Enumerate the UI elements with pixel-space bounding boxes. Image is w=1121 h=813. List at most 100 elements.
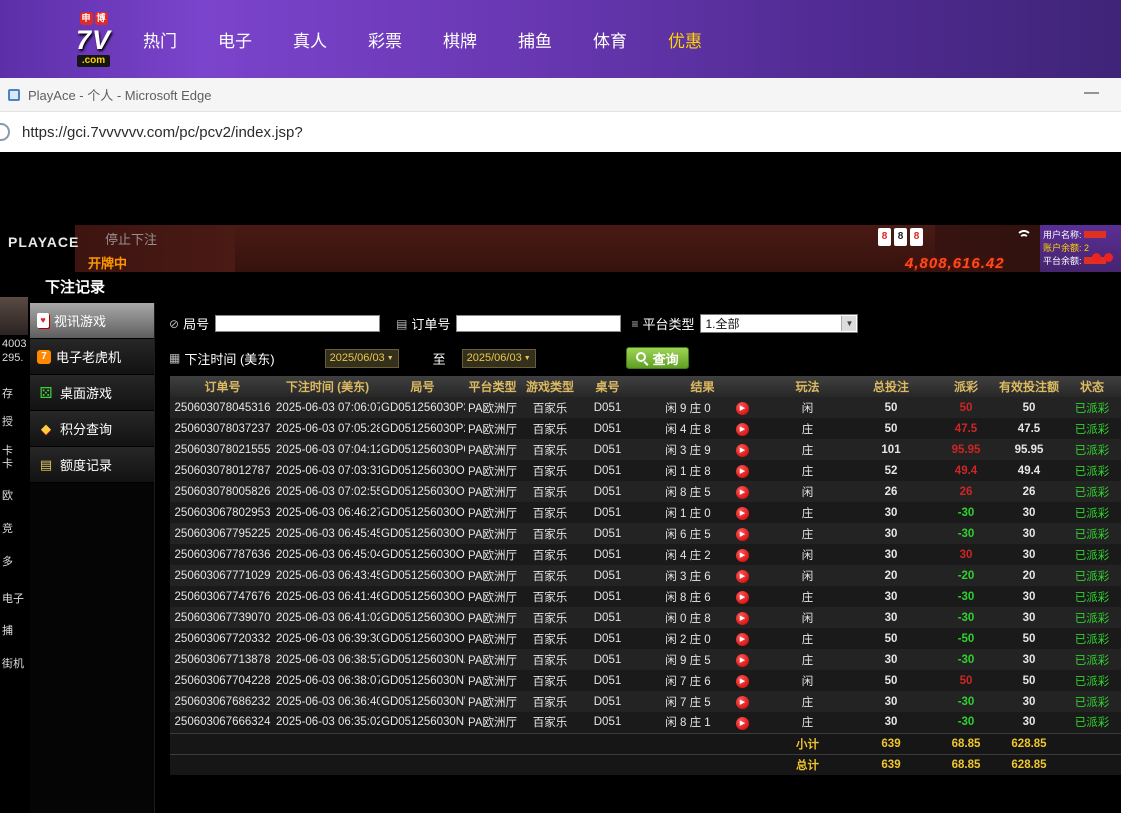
playing-card: 8 bbox=[894, 228, 907, 246]
round-input[interactable] bbox=[215, 315, 380, 332]
menu-item-credit-records[interactable]: 额度记录 bbox=[30, 447, 154, 483]
status-cell: 已派彩 bbox=[1063, 544, 1121, 565]
play-cell: 闲 bbox=[770, 544, 845, 565]
replay-button[interactable]: ▶ bbox=[736, 465, 749, 478]
platform-type-select[interactable]: 1.全部 ▼ bbox=[700, 314, 858, 333]
date-to-picker[interactable]: 2025/06/03 ▼ bbox=[462, 349, 536, 368]
replay-button[interactable]: ▶ bbox=[736, 696, 749, 709]
replay-button[interactable]: ▶ bbox=[736, 402, 749, 415]
nav-item-sports[interactable]: 体育 bbox=[593, 27, 627, 52]
valid-bet-cell: 30 bbox=[995, 691, 1063, 712]
menu-item-points-query[interactable]: 积分查询 bbox=[30, 411, 154, 447]
payout-cell: -30 bbox=[937, 502, 995, 523]
replay-button[interactable]: ▶ bbox=[736, 717, 749, 730]
time-cell: 2025-06-03 06:45:04 bbox=[275, 544, 380, 565]
replay-button[interactable]: ▶ bbox=[736, 612, 749, 625]
search-button-label: 查询 bbox=[653, 349, 679, 368]
result-cell: 闲 8 庄 6▶ bbox=[635, 586, 770, 607]
order-cell: 250603067686232 bbox=[170, 691, 275, 712]
round-label: 局号 bbox=[183, 314, 209, 333]
replay-button[interactable]: ▶ bbox=[736, 528, 749, 541]
user-info-panel: 用户名称: 账户余额: 2 平台余额: bbox=[1040, 225, 1121, 272]
summary-payout: 68.85 bbox=[937, 733, 995, 754]
bet-time-label: 下注时间 (美东) bbox=[184, 349, 274, 368]
date-from-value: 2025/06/03 bbox=[330, 352, 385, 364]
url-text[interactable]: https://gci.7vvvvvv.com/pc/pcv2/index.js… bbox=[22, 124, 303, 141]
background-banner: PLAYACE 停止下注 开牌中 888 4,808,616.42 用户名称: … bbox=[0, 225, 1121, 272]
table-cell: D051 bbox=[580, 691, 635, 712]
platform-cell: PA欧洲厅 bbox=[465, 712, 520, 733]
table-games-label: 桌面游戏 bbox=[60, 383, 112, 402]
nav-item-chess[interactable]: 棋牌 bbox=[443, 27, 477, 52]
site-logo[interactable]: 申 博 7V .com bbox=[76, 12, 111, 67]
valid-bet-cell: 30 bbox=[995, 523, 1063, 544]
total-bet-cell: 30 bbox=[845, 523, 937, 544]
replay-button[interactable]: ▶ bbox=[736, 549, 749, 562]
replay-button[interactable]: ▶ bbox=[736, 675, 749, 688]
table-header-row: 订单号下注时间 (美东)局号平台类型游戏类型桌号结果玩法总投注派彩有效投注额状态 bbox=[170, 376, 1121, 397]
result-cell: 闲 0 庄 8▶ bbox=[635, 607, 770, 628]
result-text: 闲 3 庄 9 bbox=[656, 442, 720, 458]
nav-item-fishing[interactable]: 捕鱼 bbox=[518, 27, 552, 52]
order-input[interactable] bbox=[456, 315, 621, 332]
filter-row-2: ▦ 下注时间 (美东) 2025/06/03 ▼ 至 2025/06/03 ▼ bbox=[169, 347, 689, 369]
platform-cell: PA欧洲厅 bbox=[465, 418, 520, 439]
game-cell: 百家乐 bbox=[520, 523, 580, 544]
minimize-button[interactable]: — bbox=[1084, 84, 1099, 101]
column-header: 结果 bbox=[635, 376, 770, 397]
replay-button[interactable]: ▶ bbox=[736, 444, 749, 457]
logo-badges: 申 博 bbox=[80, 12, 108, 25]
reload-icon[interactable] bbox=[0, 123, 10, 141]
chevron-down-icon: ▼ bbox=[387, 355, 394, 362]
total-bet-cell: 50 bbox=[845, 418, 937, 439]
total-bet-cell: 30 bbox=[845, 502, 937, 523]
table-cell: D051 bbox=[580, 460, 635, 481]
replay-button[interactable]: ▶ bbox=[736, 486, 749, 499]
status-cell: 已派彩 bbox=[1063, 691, 1121, 712]
replay-button[interactable]: ▶ bbox=[736, 633, 749, 646]
valid-bet-cell: 30 bbox=[995, 502, 1063, 523]
round-cell: GD051256030O8 bbox=[380, 544, 465, 565]
nav-item-live[interactable]: 真人 bbox=[293, 27, 327, 52]
replay-button[interactable]: ▶ bbox=[736, 591, 749, 604]
chevron-down-icon: ▼ bbox=[524, 355, 531, 362]
order-cell: 250603067747676 bbox=[170, 586, 275, 607]
nav-item-hot[interactable]: 热门 bbox=[143, 27, 177, 52]
replay-button[interactable]: ▶ bbox=[736, 570, 749, 583]
table-cell: D051 bbox=[580, 649, 635, 670]
nav-item-slots[interactable]: 电子 bbox=[218, 27, 252, 52]
search-button[interactable]: 查询 bbox=[626, 347, 689, 369]
date-from-picker[interactable]: 2025/06/03 ▼ bbox=[325, 349, 399, 368]
game-cell: 百家乐 bbox=[520, 712, 580, 733]
result-cell: 闲 9 庄 0▶ bbox=[635, 397, 770, 418]
result-cell: 闲 2 庄 0 ▶ bbox=[635, 628, 770, 649]
replay-button[interactable]: ▶ bbox=[736, 507, 749, 520]
status-cell: 已派彩 bbox=[1063, 670, 1121, 691]
platform-cell: PA欧洲厅 bbox=[465, 502, 520, 523]
payout-cell: 95.95 bbox=[937, 439, 995, 460]
result-text: 闲 2 庄 0 bbox=[656, 631, 720, 647]
time-cell: 2025-06-03 07:02:55 bbox=[275, 481, 380, 502]
round-cell: GD051256030O0 bbox=[380, 628, 465, 649]
menu-item-video-games[interactable]: 视讯游戏 bbox=[30, 303, 154, 339]
menu-item-table-games[interactable]: 桌面游戏 bbox=[30, 375, 154, 411]
red-badge-icon bbox=[1104, 253, 1113, 262]
round-cell: GD051256030P2 bbox=[380, 418, 465, 439]
logo-suffix: .com bbox=[77, 55, 110, 67]
nav-item-promo[interactable]: 优惠 bbox=[668, 27, 702, 52]
order-cell: 250603078005826 bbox=[170, 481, 275, 502]
menu-item-slot-machines[interactable]: 电子老虎机 bbox=[30, 339, 154, 375]
replay-button[interactable]: ▶ bbox=[736, 423, 749, 436]
payout-cell: 50 bbox=[937, 397, 995, 418]
game-cell: 百家乐 bbox=[520, 691, 580, 712]
play-cell: 庄 bbox=[770, 649, 845, 670]
round-cell: GD051256030P3 bbox=[380, 397, 465, 418]
replay-button[interactable]: ▶ bbox=[736, 654, 749, 667]
left-fragment: 多 bbox=[2, 553, 13, 569]
nav-item-lottery[interactable]: 彩票 bbox=[368, 27, 402, 52]
valid-bet-cell: 30 bbox=[995, 712, 1063, 733]
payout-cell: -30 bbox=[937, 691, 995, 712]
red-badge-icon bbox=[1092, 253, 1101, 262]
table-cell: D051 bbox=[580, 670, 635, 691]
column-header: 状态 bbox=[1063, 376, 1121, 397]
